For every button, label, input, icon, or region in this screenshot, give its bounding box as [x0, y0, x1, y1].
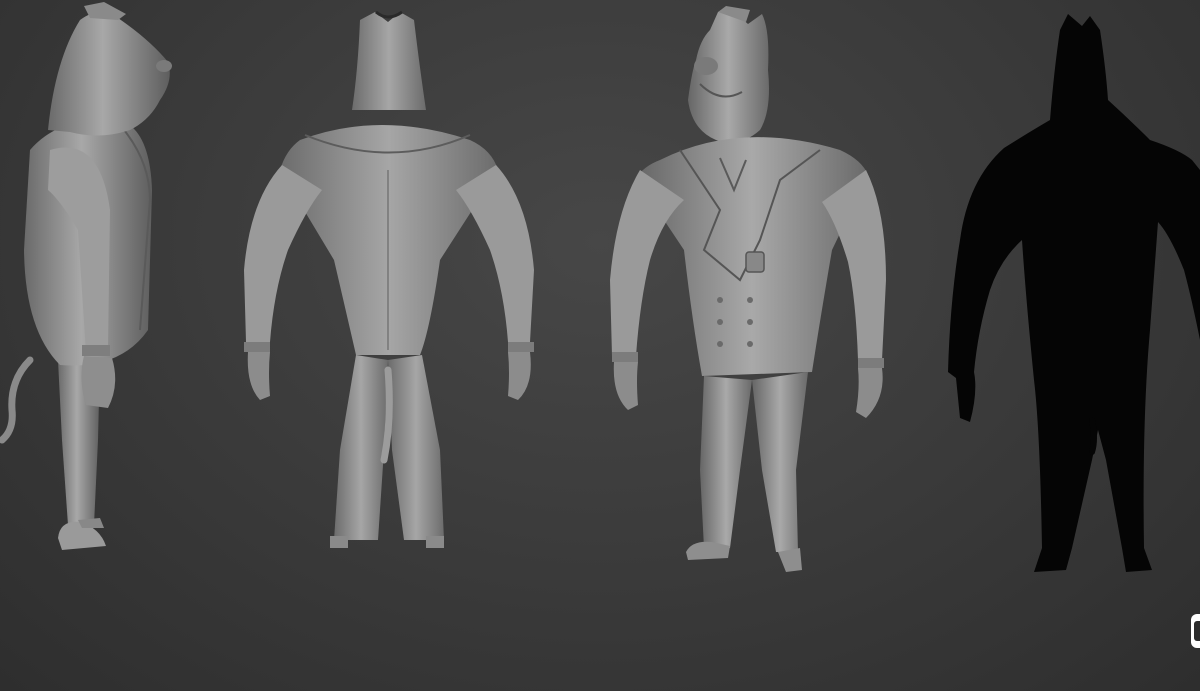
silhouette-figure — [930, 0, 1200, 691]
front-view-figure — [600, 0, 900, 691]
back-view-figure — [230, 0, 550, 691]
side-view-figure — [0, 0, 200, 691]
turnaround-canvas — [0, 0, 1200, 691]
corner-logo-fragment — [1191, 614, 1200, 648]
